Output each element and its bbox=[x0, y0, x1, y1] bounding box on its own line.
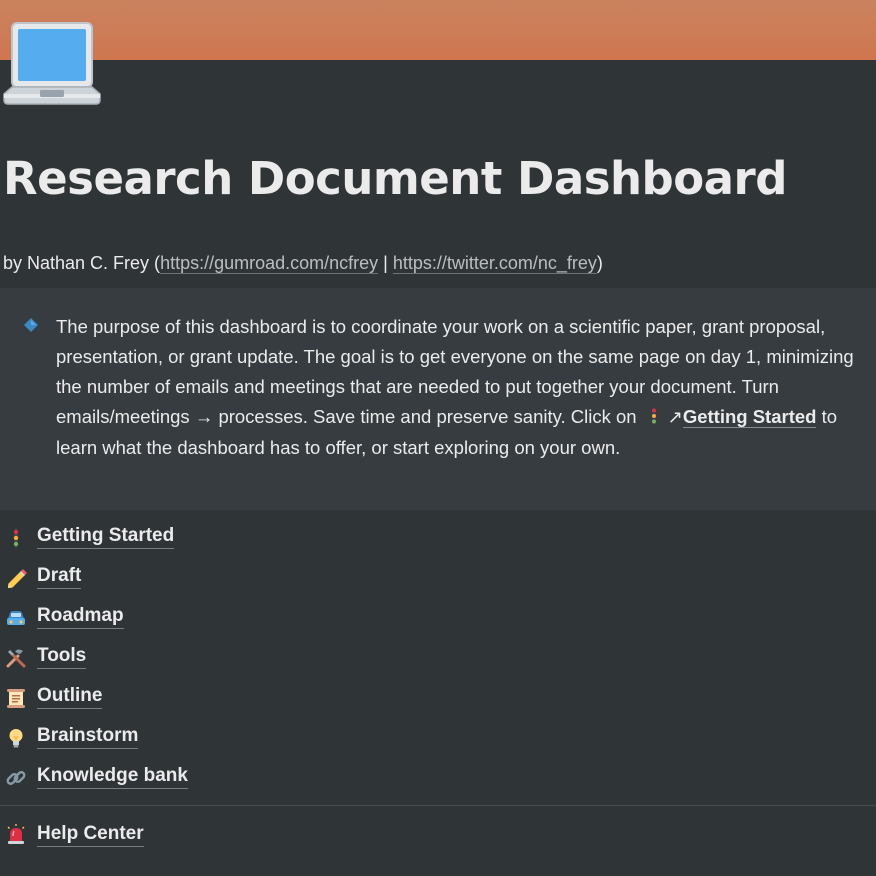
subpage-help-center[interactable]: Help Center bbox=[0, 815, 876, 855]
subpage-getting-started[interactable]: Getting Started bbox=[0, 517, 876, 557]
diamond-icon[interactable] bbox=[24, 318, 38, 332]
subpage-label[interactable]: Tools bbox=[37, 644, 87, 669]
traffic-light-icon bbox=[646, 404, 662, 425]
divider bbox=[0, 805, 876, 806]
byline-prefix: by Nathan C. Frey ( bbox=[3, 253, 161, 273]
byline: by Nathan C. Frey (https://gumroad.com/n… bbox=[3, 253, 603, 274]
subpage-draft[interactable]: Draft bbox=[0, 557, 876, 597]
car-icon bbox=[5, 607, 27, 629]
byline-suffix: ) bbox=[596, 253, 603, 273]
subpage-label[interactable]: Brainstorm bbox=[37, 724, 139, 749]
link-arrow-icon: ↗ bbox=[667, 407, 683, 428]
traffic-light-icon bbox=[5, 527, 27, 549]
tools-icon bbox=[5, 647, 27, 669]
subpage-label[interactable]: Knowledge bank bbox=[37, 764, 188, 789]
subpage-label[interactable]: Draft bbox=[37, 564, 82, 589]
callout-text: The purpose of this dashboard is to coor… bbox=[56, 312, 868, 463]
subpage-brainstorm[interactable]: Brainstorm bbox=[0, 717, 876, 757]
pencil-icon bbox=[5, 567, 27, 589]
subpage-tools[interactable]: Tools bbox=[0, 637, 876, 677]
callout: The purpose of this dashboard is to coor… bbox=[0, 288, 876, 510]
getting-started-inline-link[interactable]: Getting Started bbox=[682, 406, 817, 428]
subpage-list: Getting Started Draft Roadmap Tools Outl… bbox=[0, 517, 876, 797]
byline-separator: | bbox=[378, 253, 393, 273]
laptop-icon[interactable] bbox=[2, 20, 102, 108]
subpage-label[interactable]: Roadmap bbox=[37, 604, 124, 629]
subpage-label[interactable]: Help Center bbox=[37, 822, 144, 847]
subpage-label[interactable]: Outline bbox=[37, 684, 103, 709]
page-cover[interactable] bbox=[0, 0, 876, 60]
scroll-icon bbox=[5, 687, 27, 709]
lightbulb-icon bbox=[5, 727, 27, 749]
subpage-roadmap[interactable]: Roadmap bbox=[0, 597, 876, 637]
twitter-link[interactable]: https://twitter.com/nc_frey bbox=[392, 253, 597, 274]
page-title: Research Document Dashboard bbox=[3, 152, 787, 205]
subpage-label[interactable]: Getting Started bbox=[37, 524, 175, 549]
subpage-knowledge-bank[interactable]: Knowledge bank bbox=[0, 757, 876, 797]
gumroad-link[interactable]: https://gumroad.com/ncfrey bbox=[160, 253, 379, 274]
siren-icon bbox=[5, 824, 27, 846]
subpage-outline[interactable]: Outline bbox=[0, 677, 876, 717]
link-icon bbox=[5, 767, 27, 789]
